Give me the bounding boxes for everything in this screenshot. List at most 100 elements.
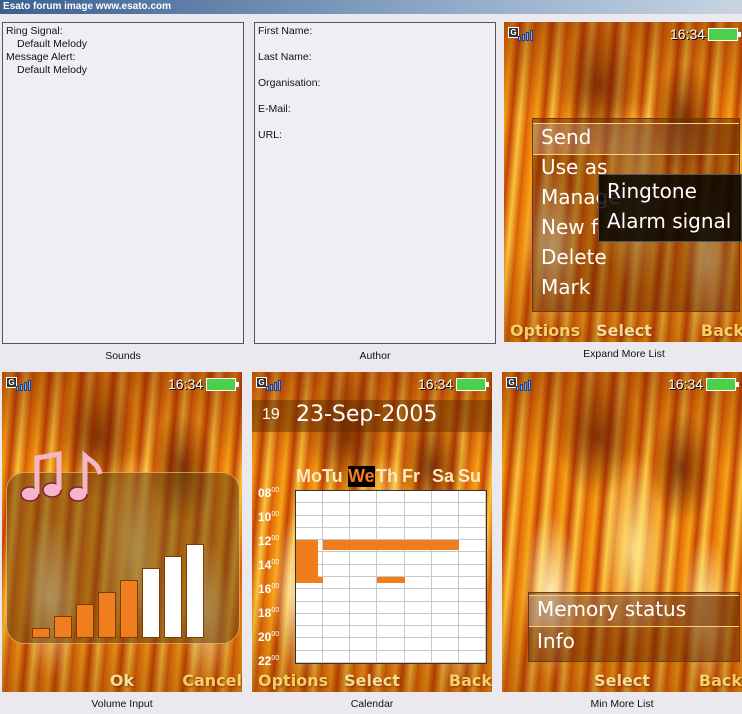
grid-cell: [323, 650, 351, 663]
grid-cell: [404, 491, 432, 504]
grid-cell: [431, 626, 459, 639]
weekday-label: We: [348, 466, 375, 487]
grid-cell: [377, 650, 405, 663]
hour-label: 1000: [258, 510, 280, 524]
calendar-caption: Calendar: [350, 698, 394, 710]
grid-cell: [431, 613, 459, 627]
volume-bar: [142, 568, 160, 638]
softkey-back[interactable]: Back: [699, 671, 742, 690]
music-notes-icon: [20, 450, 103, 502]
sounds-panel: Ring Signal: Default Melody Message Aler…: [2, 22, 244, 344]
email-label: E-Mail:: [258, 103, 291, 115]
menu-item-new[interactable]: New f: [541, 215, 598, 239]
window-titlebar: Esato forum image www.esato.com: [0, 0, 742, 14]
submenu-item-ringtone[interactable]: Ringtone: [607, 179, 697, 203]
signal-icon: G: [6, 377, 31, 391]
volume-bar: [186, 544, 204, 638]
grid-cell: [296, 613, 324, 627]
grid-cell: [404, 515, 432, 528]
grid-cell: [350, 577, 378, 590]
hour-label: 1800: [258, 606, 280, 620]
ring-signal-label: Ring Signal:: [6, 25, 63, 37]
grid-cell: [377, 503, 405, 516]
clock: 16:34: [168, 376, 204, 392]
grid-cell: [458, 527, 486, 541]
grid-cell: [350, 650, 378, 663]
softkey-cancel[interactable]: Cancel: [182, 671, 242, 690]
grid-cell: [431, 601, 459, 614]
grid-cell: [377, 527, 405, 541]
calendar-event[interactable]: [377, 577, 405, 584]
message-alert-value: Default Melody: [17, 64, 88, 76]
grid-cell: [377, 589, 405, 602]
weekday-label: Sa: [432, 466, 455, 486]
grid-cell: [350, 564, 378, 577]
battery-icon: [706, 378, 739, 391]
week-grid[interactable]: [295, 490, 487, 664]
grid-cell: [296, 515, 324, 528]
grid-cell: [323, 589, 351, 602]
grid-cell: [458, 491, 486, 504]
grid-cell: [458, 650, 486, 663]
grid-cell: [377, 613, 405, 627]
weekday-label: Fr: [402, 466, 420, 486]
grid-cell: [458, 577, 486, 590]
hour-label: 1200: [258, 534, 280, 548]
grid-cell: [458, 638, 486, 651]
volume-bar: [120, 580, 138, 638]
calendar-screen: G 16:34 19 23-Sep-2005 Mo Tu We Th Fr Sa Su 08…: [252, 372, 492, 692]
expand-more-list-screen: G 16:34 Send Use as Manage New f Delete …: [504, 22, 742, 342]
sounds-caption: Sounds: [105, 350, 141, 362]
submenu-item-alarm-signal[interactable]: Alarm signal: [607, 209, 731, 233]
menu-item-memory-status[interactable]: Memory status: [537, 597, 686, 621]
signal-icon: G: [508, 27, 533, 41]
grid-cell: [296, 650, 324, 663]
grid-cell: [323, 552, 351, 565]
menu-item-send[interactable]: Send: [541, 125, 591, 149]
softkey-back[interactable]: Back: [701, 321, 742, 340]
grid-cell: [323, 564, 351, 577]
battery-icon: [206, 378, 239, 391]
message-alert-label: Message Alert:: [6, 51, 76, 63]
grid-cell: [296, 589, 324, 602]
menu-item-mark[interactable]: Mark: [541, 275, 590, 299]
grid-cell: [350, 601, 378, 614]
grid-cell: [404, 650, 432, 663]
grid-cell: [323, 638, 351, 651]
weekday-label: Su: [458, 466, 482, 486]
calendar-event[interactable]: [296, 540, 318, 577]
grid-cell: [404, 601, 432, 614]
grid-cell: [323, 515, 351, 528]
volume-bar: [32, 628, 50, 638]
calendar-event[interactable]: [296, 577, 324, 584]
grid-cell: [296, 527, 324, 541]
volume-bar: [54, 616, 72, 638]
grid-cell: [431, 638, 459, 651]
volume-input-screen: G 16:34 Ok Cancel: [2, 372, 242, 692]
grid-cell: [404, 638, 432, 651]
week-number: 19: [262, 406, 280, 423]
ring-signal-value: Default Melody: [17, 38, 88, 50]
clock: 16:34: [670, 26, 706, 42]
first-name-label: First Name:: [258, 25, 313, 37]
menu-item-info[interactable]: Info: [537, 629, 575, 653]
grid-cell: [350, 491, 378, 504]
grid-cell: [431, 564, 459, 577]
grid-cell: [296, 626, 324, 639]
calendar-event[interactable]: [323, 540, 459, 550]
organisation-label: Organisation:: [258, 77, 321, 89]
grid-cell: [404, 626, 432, 639]
grid-cell: [404, 564, 432, 577]
grid-cell: [323, 527, 351, 541]
author-caption: Author: [359, 350, 391, 362]
grid-cell: [350, 626, 378, 639]
softkey-back[interactable]: Back: [449, 671, 492, 690]
grid-cell: [404, 503, 432, 516]
grid-cell: [377, 552, 405, 565]
grid-cell: [431, 503, 459, 516]
menu-item-delete[interactable]: Delete: [541, 245, 607, 269]
grid-cell: [404, 552, 432, 565]
grid-cell: [323, 613, 351, 627]
last-name-label: Last Name:: [258, 51, 312, 63]
volume-bars[interactable]: [32, 542, 212, 638]
